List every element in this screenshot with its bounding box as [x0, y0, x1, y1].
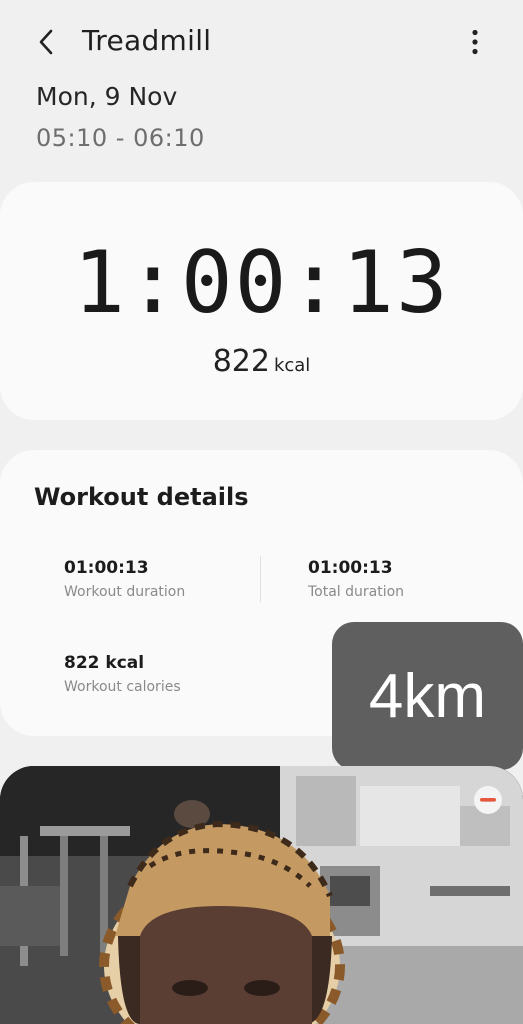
remove-photo-button[interactable]	[474, 786, 502, 814]
stat-total-duration: 01:00:13 Total duration	[308, 558, 404, 600]
calories-value: 822	[212, 344, 270, 379]
more-options-button[interactable]	[455, 22, 495, 62]
page-title: Treadmill	[82, 24, 212, 57]
stat-label: Workout duration	[64, 584, 186, 600]
stat-value: 01:00:13	[64, 558, 149, 578]
workout-duration-display: 1:00:13	[73, 233, 450, 333]
distance-overlay-badge: 4km	[332, 622, 523, 770]
minus-circle-icon	[480, 798, 496, 802]
workout-time-range: 05:10 - 06:10	[36, 124, 205, 152]
stat-divider	[260, 556, 261, 602]
stat-workout-duration: 01:00:13 Workout duration	[64, 558, 185, 600]
more-vert-icon	[472, 29, 478, 55]
stat-value: 01:00:13	[308, 558, 393, 578]
workout-date: Mon, 9 Nov	[36, 82, 178, 111]
workout-photo[interactable]	[0, 766, 523, 1024]
stat-label: Total duration	[308, 584, 405, 600]
back-button[interactable]	[26, 22, 66, 62]
gym-selfie-illustration	[0, 766, 523, 1024]
top-app-bar: Treadmill	[0, 0, 523, 86]
stat-workout-calories: 822 kcal Workout calories	[64, 653, 181, 695]
stat-value: 822 kcal	[64, 653, 145, 673]
calories-summary: 822 kcal	[0, 344, 523, 379]
stat-label: Workout calories	[64, 679, 181, 695]
chevron-left-icon	[39, 29, 53, 55]
workout-details-title: Workout details	[34, 483, 249, 511]
calories-unit: kcal	[273, 355, 311, 376]
